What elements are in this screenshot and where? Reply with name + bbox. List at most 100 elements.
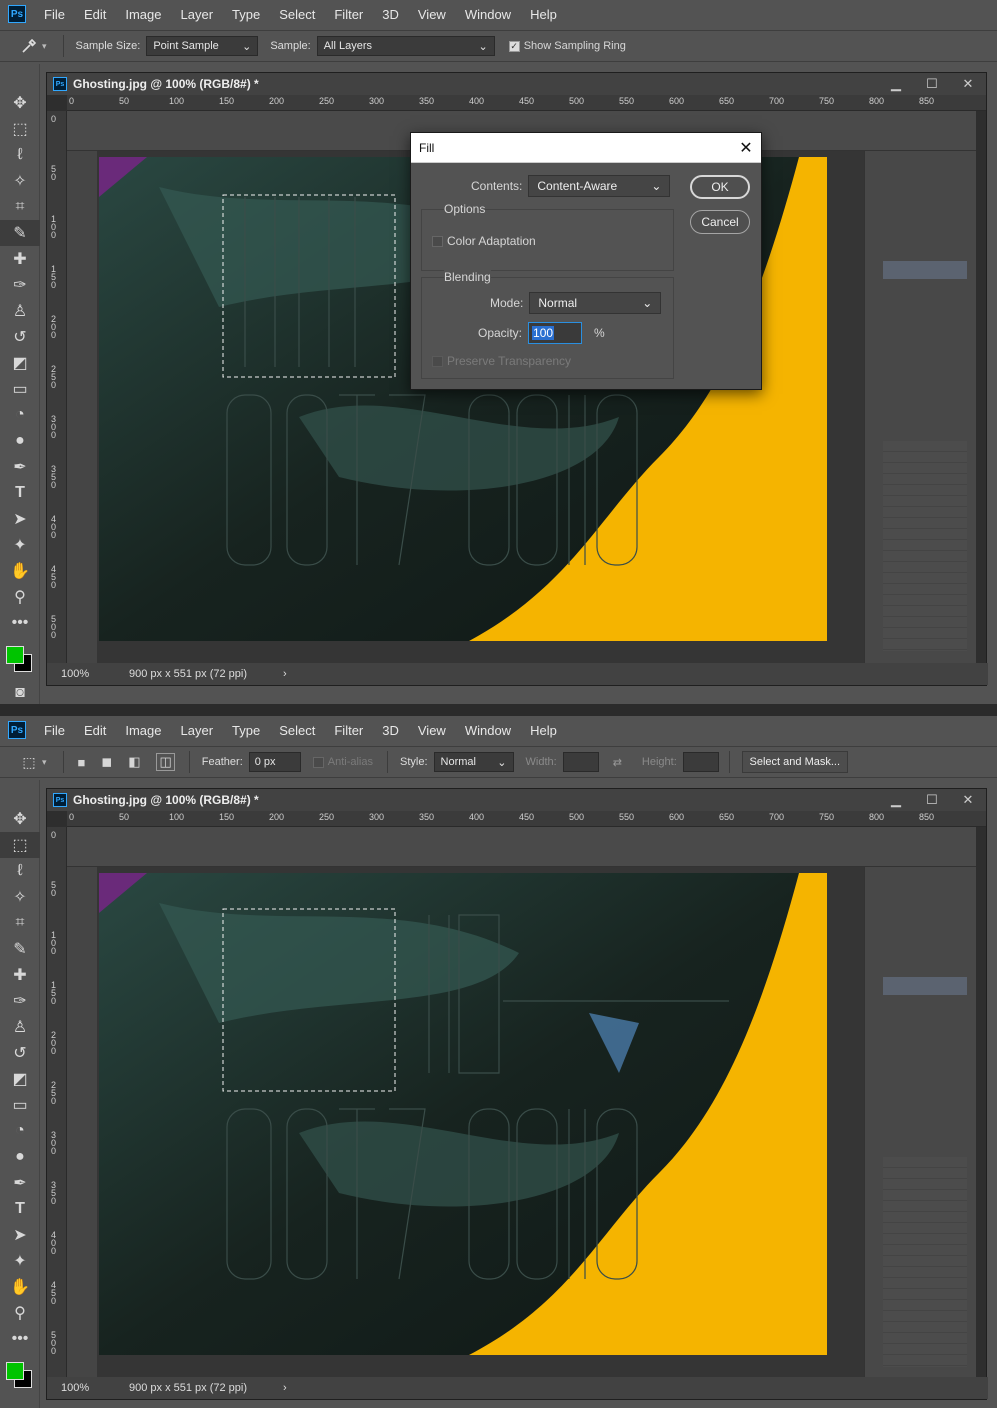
menu-image[interactable]: Image: [125, 7, 161, 22]
zoom-tool-icon[interactable]: ⚲: [0, 584, 40, 610]
artwork-canvas[interactable]: [99, 873, 827, 1355]
status-arrow-icon[interactable]: ›: [283, 1382, 287, 1394]
path-selection-tool-icon[interactable]: ➤: [0, 1222, 40, 1248]
lasso-tool-icon[interactable]: ℓ: [0, 142, 40, 168]
brush-tool-icon[interactable]: ✑: [0, 988, 40, 1014]
menu-select[interactable]: Select: [279, 723, 315, 738]
menu-view[interactable]: View: [418, 723, 446, 738]
custom-shape-tool-icon[interactable]: ✦: [0, 532, 40, 558]
intersect-selection-icon[interactable]: ◫: [156, 753, 175, 771]
opacity-input[interactable]: 100: [528, 322, 583, 344]
rectangular-marquee-tool-icon[interactable]: ⬚: [0, 832, 40, 858]
contents-select[interactable]: Content-Aware ⌄: [528, 175, 671, 197]
close-icon[interactable]: ✕: [731, 138, 761, 158]
path-selection-tool-icon[interactable]: ➤: [0, 506, 40, 532]
history-brush-tool-icon[interactable]: ↺: [0, 1040, 40, 1066]
gradient-tool-icon[interactable]: ▭: [0, 1092, 40, 1118]
menu-type[interactable]: Type: [232, 7, 260, 22]
dodge-tool-icon[interactable]: ●: [0, 1144, 40, 1170]
sample-select[interactable]: All Layers ⌄: [316, 36, 495, 56]
menu-edit[interactable]: Edit: [84, 723, 106, 738]
new-selection-icon[interactable]: ■: [78, 755, 86, 770]
quick-mask-icon[interactable]: ◙: [0, 680, 40, 704]
blur-tool-icon[interactable]: ◔: [0, 1118, 40, 1144]
foreground-color-swatch[interactable]: [6, 1362, 24, 1380]
eraser-tool-icon[interactable]: ◩: [0, 350, 40, 376]
sample-size-select[interactable]: Point Sample ⌄: [146, 36, 259, 56]
menu-window[interactable]: Window: [465, 723, 511, 738]
more-tools-icon[interactable]: •••: [0, 1326, 40, 1352]
menu-edit[interactable]: Edit: [84, 7, 106, 22]
document-tab[interactable]: Ps Ghosting.jpg @ 100% (RGB/8#) * ▁ ☐ ✕: [47, 73, 986, 95]
brush-tool-icon[interactable]: ✑: [0, 272, 40, 298]
type-tool-icon[interactable]: T: [0, 1196, 40, 1222]
crop-tool-icon[interactable]: ⌗: [0, 194, 40, 220]
tool-preset-caret-icon[interactable]: ▾: [42, 41, 47, 52]
maximize-icon[interactable]: ☐: [914, 792, 950, 808]
history-brush-tool-icon[interactable]: ↺: [0, 324, 40, 350]
menu-filter[interactable]: Filter: [334, 723, 363, 738]
more-tools-icon[interactable]: •••: [0, 610, 40, 636]
move-tool-icon[interactable]: ✥: [0, 90, 40, 116]
rectangular-marquee-icon[interactable]: ⬚: [18, 751, 40, 773]
zoom-level[interactable]: 100%: [61, 1382, 129, 1394]
menu-image[interactable]: Image: [125, 723, 161, 738]
menu-help[interactable]: Help: [530, 723, 557, 738]
color-adaptation-checkbox[interactable]: [432, 235, 443, 247]
menu-select[interactable]: Select: [279, 7, 315, 22]
hand-tool-icon[interactable]: ✋: [0, 1274, 40, 1300]
menu-file[interactable]: File: [44, 7, 65, 22]
menu-view[interactable]: View: [418, 7, 446, 22]
rectangular-marquee-tool-icon[interactable]: ⬚: [0, 116, 40, 142]
close-icon[interactable]: ✕: [950, 792, 986, 808]
magic-wand-tool-icon[interactable]: ✧: [0, 168, 40, 194]
magic-wand-tool-icon[interactable]: ✧: [0, 884, 40, 910]
menu-filter[interactable]: Filter: [334, 7, 363, 22]
dodge-tool-icon[interactable]: ●: [0, 428, 40, 454]
clone-stamp-tool-icon[interactable]: ♙: [0, 1014, 40, 1040]
zoom-tool-icon[interactable]: ⚲: [0, 1300, 40, 1326]
menu-layer[interactable]: Layer: [181, 723, 214, 738]
ok-button[interactable]: OK: [690, 175, 750, 199]
healing-brush-tool-icon[interactable]: ✚: [0, 962, 40, 988]
style-select[interactable]: Normal ⌄: [433, 752, 514, 772]
crop-tool-icon[interactable]: ⌗: [0, 910, 40, 936]
show-sampling-ring-checkbox[interactable]: ✓: [508, 40, 520, 52]
subtract-from-selection-icon[interactable]: ◧: [128, 754, 140, 770]
document-tab[interactable]: Ps Ghosting.jpg @ 100% (RGB/8#) * ▁ ☐ ✕: [47, 789, 986, 811]
select-and-mask-button[interactable]: Select and Mask...: [741, 751, 848, 773]
menu-layer[interactable]: Layer: [181, 7, 214, 22]
clone-stamp-tool-icon[interactable]: ♙: [0, 298, 40, 324]
menu-3d[interactable]: 3D: [382, 723, 399, 738]
status-arrow-icon[interactable]: ›: [283, 668, 287, 680]
menu-window[interactable]: Window: [465, 7, 511, 22]
hand-tool-icon[interactable]: ✋: [0, 558, 40, 584]
feather-input[interactable]: 0 px: [248, 752, 301, 772]
eraser-tool-icon[interactable]: ◩: [0, 1066, 40, 1092]
eyedropper-icon[interactable]: [18, 35, 40, 57]
blur-tool-icon[interactable]: ◔: [0, 402, 40, 428]
menu-3d[interactable]: 3D: [382, 7, 399, 22]
lasso-tool-icon[interactable]: ℓ: [0, 858, 40, 884]
close-icon[interactable]: ✕: [950, 76, 986, 92]
mode-select[interactable]: Normal ⌄: [529, 292, 662, 314]
eyedropper-tool-icon[interactable]: ✎: [0, 936, 40, 962]
healing-brush-tool-icon[interactable]: ✚: [0, 246, 40, 272]
menu-file[interactable]: File: [44, 723, 65, 738]
gradient-tool-icon[interactable]: ▭: [0, 376, 40, 402]
custom-shape-tool-icon[interactable]: ✦: [0, 1248, 40, 1274]
type-tool-icon[interactable]: T: [0, 480, 40, 506]
eyedropper-tool-icon[interactable]: ✎: [0, 220, 40, 246]
menu-help[interactable]: Help: [530, 7, 557, 22]
pen-tool-icon[interactable]: ✒: [0, 1170, 40, 1196]
menu-type[interactable]: Type: [232, 723, 260, 738]
document-image[interactable]: [67, 827, 976, 1379]
add-to-selection-icon[interactable]: ◼: [101, 754, 112, 770]
maximize-icon[interactable]: ☐: [914, 76, 950, 92]
minimize-icon[interactable]: ▁: [878, 792, 914, 808]
move-tool-icon[interactable]: ✥: [0, 806, 40, 832]
tool-preset-caret-icon[interactable]: ▾: [42, 757, 47, 768]
minimize-icon[interactable]: ▁: [878, 76, 914, 92]
zoom-level[interactable]: 100%: [61, 668, 129, 680]
foreground-color-swatch[interactable]: [6, 646, 24, 664]
